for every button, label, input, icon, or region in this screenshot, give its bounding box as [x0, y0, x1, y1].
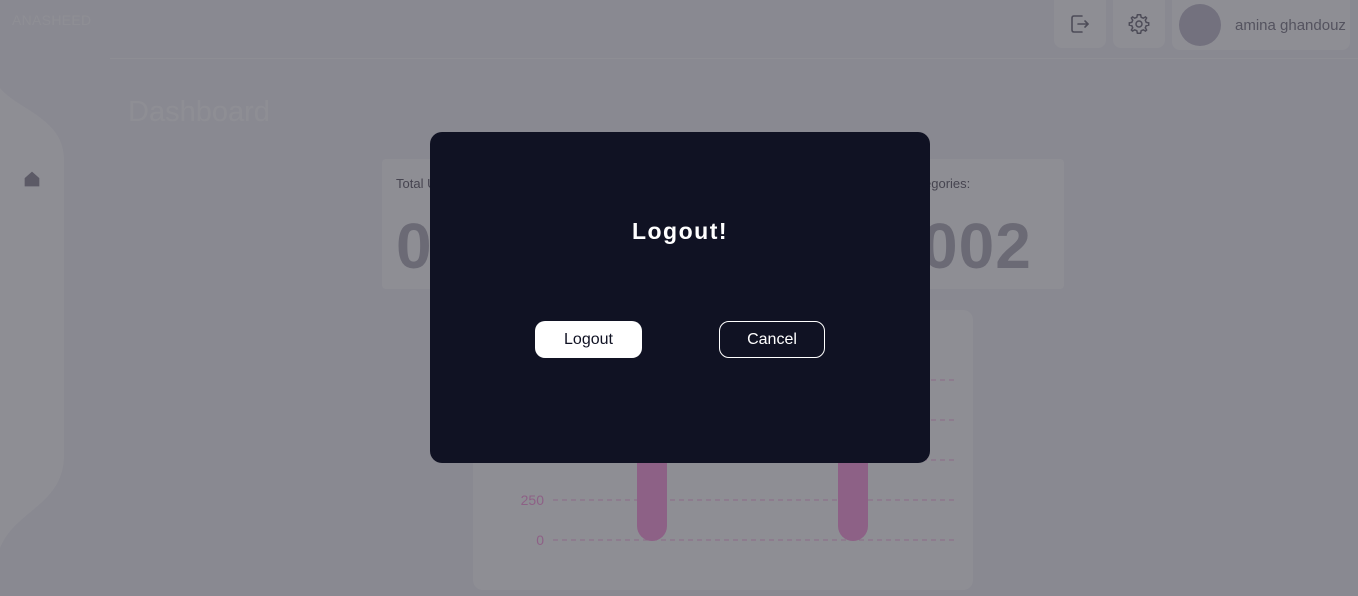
modal-title: Logout! [631, 218, 729, 244]
confirm-logout-button[interactable]: Logout [535, 321, 642, 358]
logout-modal: Logout! Logout Cancel [430, 132, 930, 463]
cancel-button[interactable]: Cancel [719, 321, 825, 358]
app-root: ANASHEED am [0, 0, 1358, 596]
